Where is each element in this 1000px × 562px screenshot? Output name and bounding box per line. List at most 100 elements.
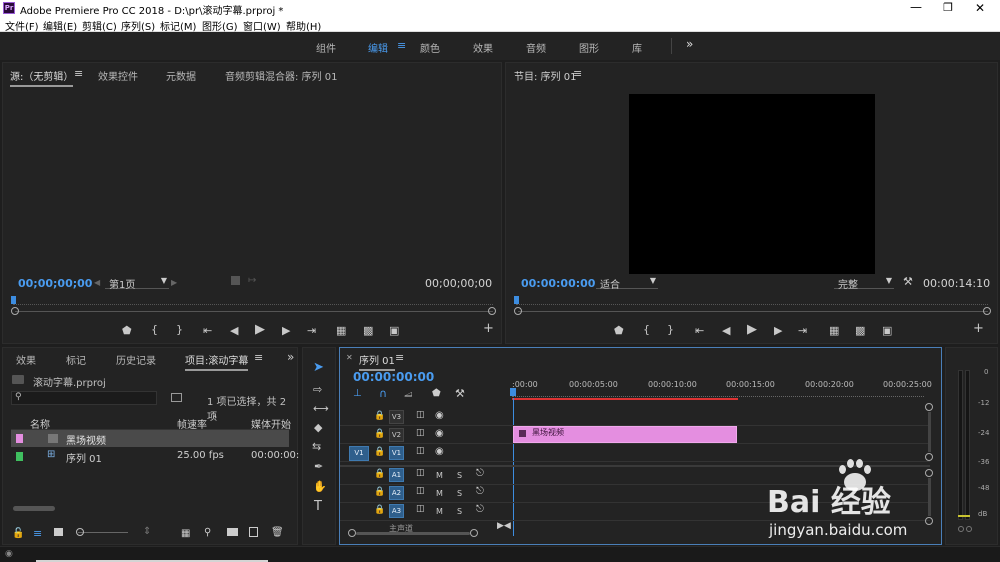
menu-help[interactable]: 帮助(H): [286, 18, 321, 33]
restore-button[interactable]: ❐: [936, 0, 960, 16]
pen-tool-icon[interactable]: ✒: [314, 461, 323, 473]
source-timecode-current[interactable]: 00;00;00;00: [18, 277, 92, 290]
source-time-ruler[interactable]: [13, 299, 493, 305]
timeline-hscroll-handle-right[interactable]: [470, 529, 478, 537]
camera-icon[interactable]: ▣: [882, 325, 892, 337]
step-back-icon[interactable]: ◀: [230, 325, 238, 337]
insert-icon[interactable]: ▦: [336, 325, 346, 337]
slip-tool-icon[interactable]: ⇆: [312, 441, 321, 453]
workspace-effects[interactable]: 效果: [473, 40, 493, 55]
video-scroll-handle[interactable]: [925, 403, 933, 411]
add-marker-icon[interactable]: ⬟: [432, 388, 441, 399]
menu-file[interactable]: 文件(F): [5, 18, 39, 33]
step-back-icon[interactable]: ◀: [722, 325, 730, 337]
camera-icon[interactable]: ▣: [389, 325, 399, 337]
mark-out-icon[interactable]: }: [176, 324, 183, 336]
find-icon[interactable]: ⚲: [204, 527, 211, 538]
sync-lock-icon[interactable]: ◫: [416, 504, 425, 514]
close-button[interactable]: ✕: [968, 0, 992, 16]
settings-square-icon[interactable]: [231, 276, 240, 285]
track-target-a3[interactable]: A3: [389, 504, 404, 518]
audio-vertical-scrollbar[interactable]: [928, 478, 931, 516]
work-area-bar[interactable]: [512, 398, 738, 400]
project-horizontal-scrollbar[interactable]: [13, 506, 55, 511]
track-target-v1[interactable]: V1: [389, 446, 404, 460]
timeline-clip[interactable]: 黑场视频: [513, 426, 737, 443]
program-title[interactable]: 节目: 序列 01: [514, 68, 576, 83]
workspace-color[interactable]: 颜色: [420, 40, 440, 55]
page-select[interactable]: 第1页 ▼: [105, 276, 169, 291]
button-editor-plus-icon[interactable]: +: [483, 322, 494, 335]
source-menu-icon[interactable]: ≡: [74, 67, 83, 80]
program-scroll-handle-left[interactable]: [514, 307, 522, 315]
wrench-icon[interactable]: ⚒: [903, 275, 913, 288]
linked-selection-icon[interactable]: ⧡: [404, 387, 413, 401]
icon-view-icon[interactable]: [54, 528, 63, 536]
zoom-slider-handle[interactable]: [76, 528, 84, 536]
timeline-playhead[interactable]: [510, 388, 516, 396]
play-icon[interactable]: ▶: [747, 323, 757, 336]
eye-icon[interactable]: ◉: [435, 446, 444, 457]
tab-audio-clip-mixer[interactable]: 音频剪辑混合器: 序列 01: [225, 68, 337, 83]
timeline-horizontal-scrollbar[interactable]: [356, 532, 470, 535]
source-patch-v1[interactable]: V1: [349, 446, 369, 461]
workspace-audio[interactable]: 音频: [526, 40, 546, 55]
snap-magnet-icon[interactable]: ∩: [379, 387, 387, 400]
lock-icon[interactable]: 🔓: [12, 528, 24, 539]
video-vertical-scrollbar[interactable]: [928, 412, 931, 452]
mark-out-icon[interactable]: }: [667, 324, 674, 336]
eye-icon[interactable]: ◉: [435, 428, 444, 439]
selection-tool-icon[interactable]: ➤: [313, 361, 324, 374]
play-icon[interactable]: ▶: [255, 323, 265, 336]
close-tab-icon[interactable]: ✕: [346, 353, 353, 362]
source-playhead[interactable]: [11, 296, 16, 304]
razor-tool-icon[interactable]: ◆: [314, 422, 322, 434]
timeline-menu-icon[interactable]: ≡: [395, 351, 404, 364]
quality-select[interactable]: 完整 ▼: [834, 276, 894, 291]
tab-history[interactable]: 历史记录: [116, 352, 156, 367]
go-to-out-icon[interactable]: ⇥: [798, 325, 807, 337]
solo-button[interactable]: [966, 526, 972, 532]
project-row[interactable]: ⊞ 序列 01 25.00 fps 00:00:00:: [11, 448, 299, 465]
ripple-edit-tool-icon[interactable]: ⟷: [313, 403, 329, 415]
source-scroll-handle-left[interactable]: [11, 307, 19, 315]
menu-clip[interactable]: 剪辑(C): [82, 18, 117, 33]
go-to-end-icon[interactable]: ▶◀: [497, 521, 511, 531]
program-timecode-current[interactable]: 00:00:00:00: [521, 277, 595, 290]
solo-button[interactable]: S: [457, 489, 462, 498]
workspace-editing[interactable]: 编辑: [368, 40, 388, 55]
menu-sequence[interactable]: 序列(S): [121, 18, 155, 33]
menu-edit[interactable]: 编辑(E): [43, 18, 77, 33]
panel-overflow-button[interactable]: »: [287, 350, 294, 364]
minimize-button[interactable]: —: [904, 0, 928, 16]
program-menu-icon[interactable]: ≡: [573, 67, 582, 80]
track-target-v2[interactable]: V2: [389, 428, 404, 442]
clear-trash-icon[interactable]: 🗑: [271, 527, 284, 538]
microphone-icon[interactable]: ⎋: [476, 486, 484, 497]
sync-lock-icon[interactable]: ◫: [416, 410, 425, 420]
go-to-out-icon[interactable]: ⇥: [307, 325, 316, 337]
zoom-slider[interactable]: [78, 532, 128, 533]
mute-button[interactable]: M: [436, 471, 443, 480]
tab-source[interactable]: 源:（无剪辑）: [10, 68, 74, 87]
audio-scroll-handle[interactable]: [925, 517, 933, 525]
solo-button[interactable]: [958, 526, 964, 532]
video-scroll-handle[interactable]: [925, 453, 933, 461]
lock-icon[interactable]: 🔒: [374, 487, 385, 497]
project-menu-icon[interactable]: ≡: [254, 351, 263, 364]
hand-tool-icon[interactable]: ✋: [313, 481, 327, 493]
new-search-bin-icon[interactable]: [171, 393, 182, 402]
mark-in-icon[interactable]: {: [643, 324, 650, 336]
sync-lock-icon[interactable]: ◫: [416, 486, 425, 496]
column-media-start[interactable]: 媒体开始: [251, 416, 291, 431]
workspace-graphics[interactable]: 图形: [579, 40, 599, 55]
track-target-v3[interactable]: V3: [389, 410, 404, 424]
source-scrollbar[interactable]: [15, 311, 493, 312]
program-playhead[interactable]: [514, 296, 519, 304]
step-forward-icon[interactable]: ▶: [774, 325, 782, 337]
audio-scroll-handle[interactable]: [925, 469, 933, 477]
project-search-input[interactable]: ⚲: [11, 391, 157, 405]
workspace-overflow-button[interactable]: »: [686, 37, 693, 51]
workspace-assembly[interactable]: 组件: [316, 40, 336, 55]
step-forward-icon[interactable]: ▶: [282, 325, 290, 337]
